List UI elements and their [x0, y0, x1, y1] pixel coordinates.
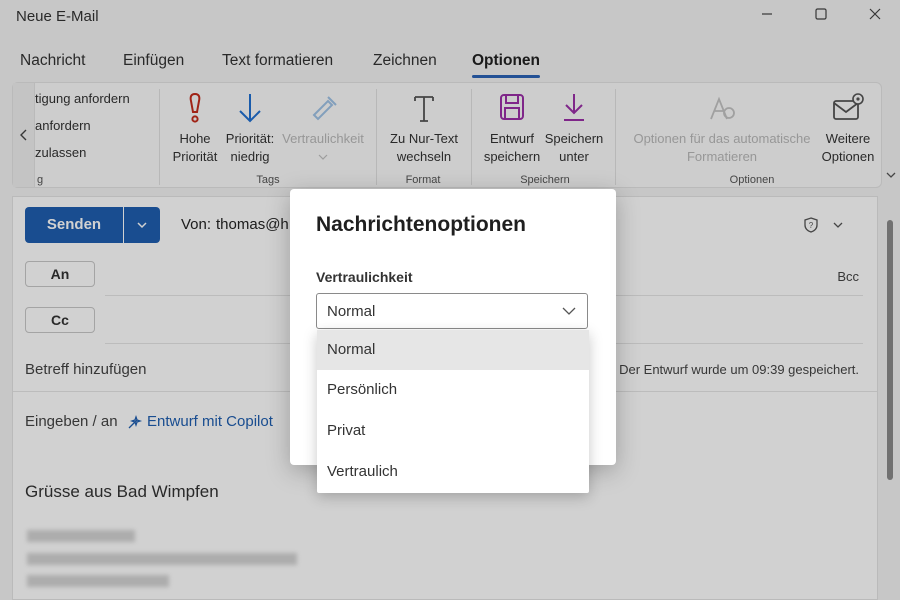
sensitivity-option-vertraulich[interactable]: Vertraulich [317, 452, 589, 492]
sensitivity-option-normal[interactable]: Normal [317, 330, 589, 370]
sensitivity-field-label: Vertraulichkeit [316, 269, 413, 285]
chevron-down-icon [562, 307, 576, 315]
sensitivity-dropdown-list: Normal Persönlich Privat Vertraulich [317, 330, 589, 493]
sensitivity-option-persoenlich[interactable]: Persönlich [317, 370, 589, 410]
sensitivity-select[interactable]: Normal [316, 293, 588, 329]
sensitivity-selected-value: Normal [327, 303, 376, 320]
sensitivity-option-privat[interactable]: Privat [317, 411, 589, 451]
dialog-title: Nachrichtenoptionen [316, 213, 527, 236]
